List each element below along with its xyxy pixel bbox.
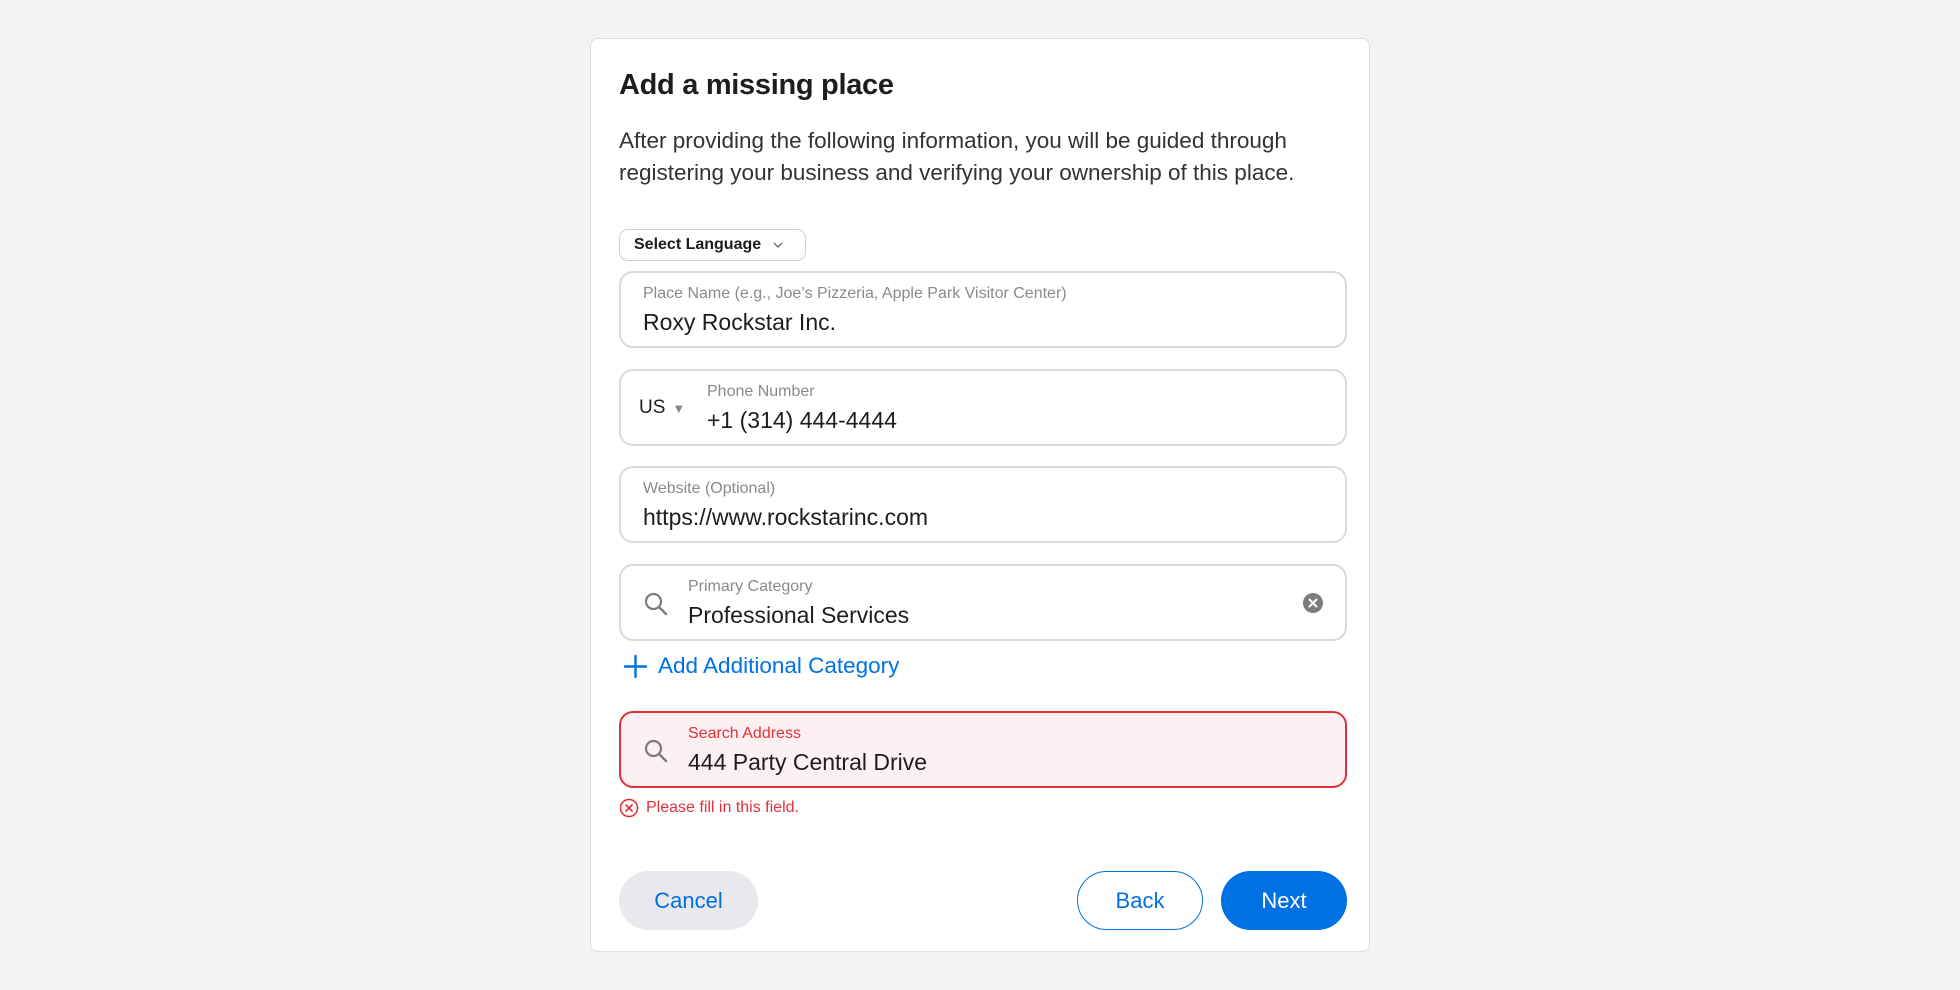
error-text: Please fill in this field. [646, 799, 799, 816]
primary-category-field[interactable]: Primary Category [619, 564, 1347, 641]
select-language-label: Select Language [634, 236, 762, 253]
search-address-input[interactable] [688, 749, 1268, 776]
next-button[interactable]: Next [1221, 871, 1347, 930]
clear-icon[interactable] [1303, 593, 1323, 613]
chevron-down-icon [773, 242, 783, 248]
place-name-input[interactable] [643, 309, 1223, 336]
website-label: Website (Optional) [643, 480, 776, 497]
country-code-value: US [639, 397, 666, 418]
phone-field[interactable]: US ▼ Phone Number [619, 369, 1347, 446]
place-name-label: Place Name (e.g., Joe’s Pizzeria, Apple … [643, 285, 1067, 302]
phone-label: Phone Number [707, 383, 815, 400]
primary-category-input[interactable] [688, 602, 1268, 629]
add-additional-category-label: Add Additional Category [658, 653, 900, 678]
select-language-dropdown[interactable]: Select Language [619, 229, 806, 261]
cancel-button[interactable]: Cancel [619, 871, 758, 930]
triangle-down-icon: ▼ [672, 400, 686, 416]
error-icon [619, 798, 639, 818]
primary-category-label: Primary Category [688, 578, 813, 595]
website-field[interactable]: Website (Optional) [619, 466, 1347, 543]
plus-icon [623, 654, 648, 678]
country-code-select[interactable]: US ▼ [639, 397, 685, 419]
add-place-dialog: Add a missing place After providing the … [590, 38, 1370, 952]
back-button[interactable]: Back [1077, 871, 1203, 930]
phone-input[interactable] [707, 407, 1287, 434]
place-name-field[interactable]: Place Name (e.g., Joe’s Pizzeria, Apple … [619, 271, 1347, 348]
search-icon [644, 592, 668, 616]
search-address-label: Search Address [688, 725, 801, 742]
add-additional-category-link[interactable]: Add Additional Category [623, 653, 899, 679]
address-error-message: Please fill in this field. [619, 798, 799, 818]
website-input[interactable] [643, 504, 1223, 531]
search-icon [644, 739, 668, 763]
search-address-field[interactable]: Search Address [619, 711, 1347, 788]
dialog-title: Add a missing place [619, 69, 894, 101]
dialog-description: After providing the following informatio… [619, 128, 1295, 185]
